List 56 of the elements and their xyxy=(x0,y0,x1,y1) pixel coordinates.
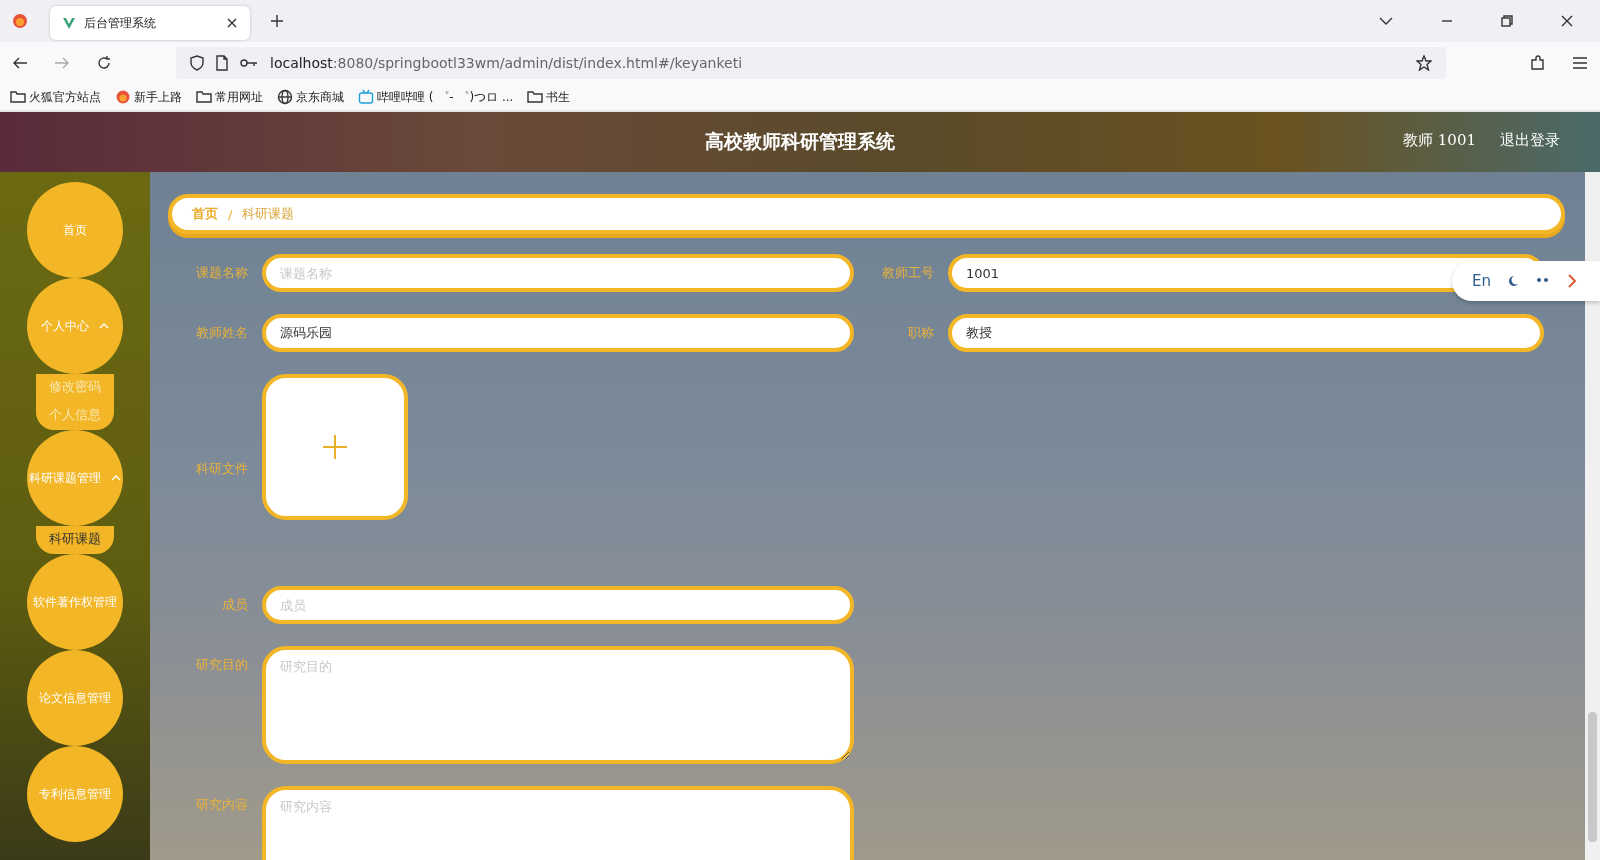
scrollbar-thumb[interactable] xyxy=(1588,712,1597,842)
chevron-up-icon xyxy=(99,323,109,329)
v-logo-icon xyxy=(62,16,76,30)
bookmark-item[interactable]: 火狐官方站点 xyxy=(10,88,101,106)
field-label: 研究内容 xyxy=(195,796,249,814)
language-toggle[interactable]: En xyxy=(1472,272,1491,290)
reload-icon[interactable] xyxy=(96,55,112,71)
chevron-up-icon xyxy=(111,475,121,481)
browser-tab[interactable]: 后台管理系统 xyxy=(50,6,250,40)
logout-link[interactable]: 退出登录 xyxy=(1500,131,1560,150)
bookmark-item[interactable]: 京东商城 xyxy=(277,88,344,106)
user-label: 教师 1001 xyxy=(1403,131,1476,150)
scrollbar[interactable] xyxy=(1585,172,1600,860)
star-icon[interactable] xyxy=(1416,55,1432,71)
field-label: 职称 xyxy=(907,324,935,342)
field-label: 课题名称 xyxy=(195,264,249,282)
page-icon xyxy=(216,55,228,71)
url-text: localhost:8080/springbootl33wm/admin/dist/index.html#/keyanketi xyxy=(270,55,742,71)
folder-icon xyxy=(527,89,544,105)
close-icon[interactable] xyxy=(226,17,238,29)
submenu-item[interactable]: 科研课题 xyxy=(49,530,101,548)
folder-icon xyxy=(196,89,212,105)
shield-icon xyxy=(190,55,204,71)
back-icon[interactable] xyxy=(12,56,28,70)
puzzle-icon[interactable] xyxy=(1530,55,1546,71)
bookmark-item[interactable]: 书生 xyxy=(527,88,571,106)
moon-icon[interactable] xyxy=(1507,275,1519,287)
restore-icon[interactable] xyxy=(1501,15,1513,27)
input-field[interactable]: 教授 xyxy=(948,314,1544,352)
bookmark-item[interactable]: 哔哩哔哩 ( ゜- ゜)つロ ... xyxy=(358,88,514,106)
new-tab-icon[interactable] xyxy=(270,14,284,28)
tab-title: 后台管理系统 xyxy=(84,14,157,32)
input-field[interactable]: 源码乐园 xyxy=(262,314,854,352)
folder-icon xyxy=(10,89,26,105)
bookmark-item[interactable]: 新手上路 xyxy=(115,88,182,106)
dots-icon[interactable] xyxy=(1535,277,1551,285)
breadcrumb-item: / xyxy=(228,206,233,222)
close-icon[interactable] xyxy=(1561,15,1573,27)
plus-icon xyxy=(322,434,348,460)
chevron-down-icon[interactable] xyxy=(1379,16,1393,26)
address-bar[interactable]: localhost:8080/springbootl33wm/admin/dist/index.html#/keyanketi xyxy=(176,47,1446,79)
field-label: 教师姓名 xyxy=(195,324,249,342)
menu-icon[interactable] xyxy=(1572,56,1588,70)
app-title: 高校教师科研管理系统 xyxy=(705,129,895,154)
globe-icon xyxy=(277,89,293,105)
field-label: 研究目的 xyxy=(195,656,249,674)
browser-logo-icon xyxy=(12,13,28,29)
chevron-right-icon[interactable] xyxy=(1567,274,1577,288)
tv-icon xyxy=(358,89,374,105)
bookmark-item[interactable]: 常用网址 xyxy=(196,88,263,106)
field-label: 科研文件 xyxy=(195,460,249,478)
upload-box[interactable] xyxy=(262,374,408,520)
browser-logo-icon xyxy=(115,89,131,105)
field-label: 教师工号 xyxy=(881,264,935,282)
key-icon xyxy=(240,58,258,68)
field-label: 成员 xyxy=(221,596,249,614)
